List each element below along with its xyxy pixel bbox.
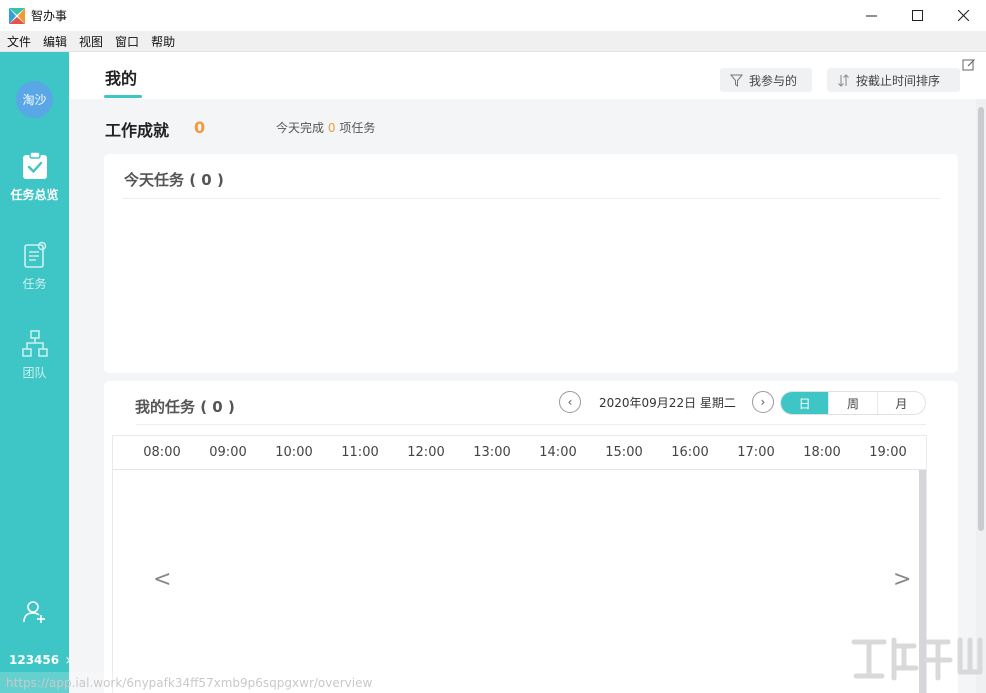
add-user-button[interactable] — [22, 599, 48, 629]
app-logo-icon — [9, 7, 25, 24]
edit-button[interactable] — [962, 57, 976, 76]
main-scrollbar-thumb[interactable] — [978, 107, 984, 531]
sidebar-item-overview[interactable]: 任务总览 — [0, 152, 69, 203]
avatar[interactable]: 淘沙 — [16, 81, 53, 118]
active-tab-indicator — [104, 95, 142, 98]
hour-label: 14:00 — [539, 445, 577, 460]
minimize-icon — [865, 15, 877, 17]
status-url: https://app.ial.work/6nypafk34ff57xmb9p6… — [0, 672, 390, 693]
main-content: 我的 我参与的 按截止时间排序 工作成就 0 今天完成 0 项任务 今天任务 (… — [69, 52, 986, 693]
hour-label: 08:00 — [143, 445, 181, 460]
view-week-button[interactable]: 周 — [828, 392, 876, 414]
sidebar-item-label: 任务总览 — [10, 188, 59, 202]
chevron-left-icon: ‹ — [567, 395, 573, 409]
achievement-title: 工作成就 — [105, 121, 170, 140]
summary-count: 0 — [327, 121, 336, 135]
hour-label: 15:00 — [605, 445, 643, 460]
view-day-button[interactable]: 日 — [781, 392, 829, 414]
maximize-button[interactable] — [894, 0, 940, 31]
my-tasks-title: 我的任务 ( 0 ) — [135, 398, 235, 416]
hour-label: 18:00 — [803, 445, 841, 460]
hour-label: 12:00 — [407, 445, 445, 460]
close-button[interactable] — [940, 0, 986, 31]
next-date-button[interactable]: › — [751, 391, 774, 413]
today-tasks-card: 今天任务 ( 0 ) — [104, 154, 958, 373]
achievement-summary: 今天完成 0 项任务 — [276, 119, 375, 136]
hour-label: 09:00 — [209, 445, 247, 460]
sidebar-item-team[interactable]: 团队 — [0, 330, 69, 381]
minimize-button[interactable] — [848, 0, 894, 31]
card-divider — [122, 198, 940, 199]
sort-deadline-button[interactable]: 按截止时间排序 — [827, 68, 960, 92]
top-bar: 我的 我参与的 按截止时间排序 — [69, 52, 986, 99]
menu-help[interactable]: 帮助 — [151, 33, 175, 50]
add-user-icon — [23, 601, 45, 623]
summary-suffix: 项任务 — [339, 121, 376, 135]
user-id-text: 123456 — [9, 652, 60, 667]
tab-mine[interactable]: 我的 — [105, 65, 137, 89]
timeline-next-arrow[interactable]: > — [893, 567, 911, 592]
filter-participated-button[interactable]: 我参与的 — [720, 68, 812, 92]
card-divider — [136, 424, 926, 425]
menu-bar: 文件 编辑 视图 窗口 帮助 — [0, 31, 986, 52]
sidebar-item-label: 任务 — [22, 277, 47, 291]
hour-label: 17:00 — [737, 445, 775, 460]
sidebar-item-label: 团队 — [22, 366, 47, 380]
prev-date-button[interactable]: ‹ — [559, 391, 581, 413]
hour-label: 11:00 — [341, 445, 379, 460]
hour-label: 13:00 — [473, 445, 511, 460]
timeline-header: 08:00 09:00 10:00 11:00 12:00 13:00 14:0… — [112, 435, 927, 470]
view-mode-toggle: 日 周 月 — [780, 391, 926, 415]
achievement-count: 0 — [194, 118, 206, 137]
sort-icon — [838, 73, 849, 87]
menu-window[interactable]: 窗口 — [115, 33, 139, 50]
summary-prefix: 今天完成 — [276, 121, 325, 135]
date-navigator: ‹ 2020年09月22日 星期二 › — [559, 391, 774, 413]
team-tree-icon — [21, 330, 48, 357]
clipboard-check-icon — [22, 152, 47, 179]
today-tasks-title: 今天任务 ( 0 ) — [124, 171, 224, 189]
chevron-right-icon: › — [760, 395, 766, 409]
hour-label: 19:00 — [869, 445, 907, 460]
window-title: 智办事 — [31, 9, 68, 23]
edit-icon — [962, 59, 975, 71]
hour-label: 10:00 — [275, 445, 313, 460]
current-date: 2020年09月22日 星期二 — [599, 395, 736, 410]
timeline-body[interactable] — [112, 470, 927, 693]
filter-participated-label: 我参与的 — [749, 73, 798, 88]
timeline-prev-arrow[interactable]: < — [153, 567, 171, 592]
filter-icon — [730, 74, 743, 87]
menu-edit[interactable]: 编辑 — [43, 33, 67, 50]
maximize-icon — [911, 10, 923, 21]
title-bar: 智办事 — [0, 0, 986, 31]
sort-deadline-label: 按截止时间排序 — [856, 73, 941, 88]
task-list-icon — [23, 241, 46, 268]
hour-label: 16:00 — [671, 445, 709, 460]
view-month-button[interactable]: 月 — [876, 392, 925, 414]
sidebar-item-tasks[interactable]: 任务 — [0, 241, 69, 292]
close-icon — [957, 10, 969, 21]
menu-file[interactable]: 文件 — [7, 33, 31, 50]
user-id-link[interactable]: 123456 › — [9, 650, 72, 669]
menu-view[interactable]: 视图 — [79, 33, 103, 50]
watermark-logo-icon — [851, 637, 983, 681]
sidebar: 淘沙 任务总览 任务 团队 123456 — [0, 52, 72, 693]
